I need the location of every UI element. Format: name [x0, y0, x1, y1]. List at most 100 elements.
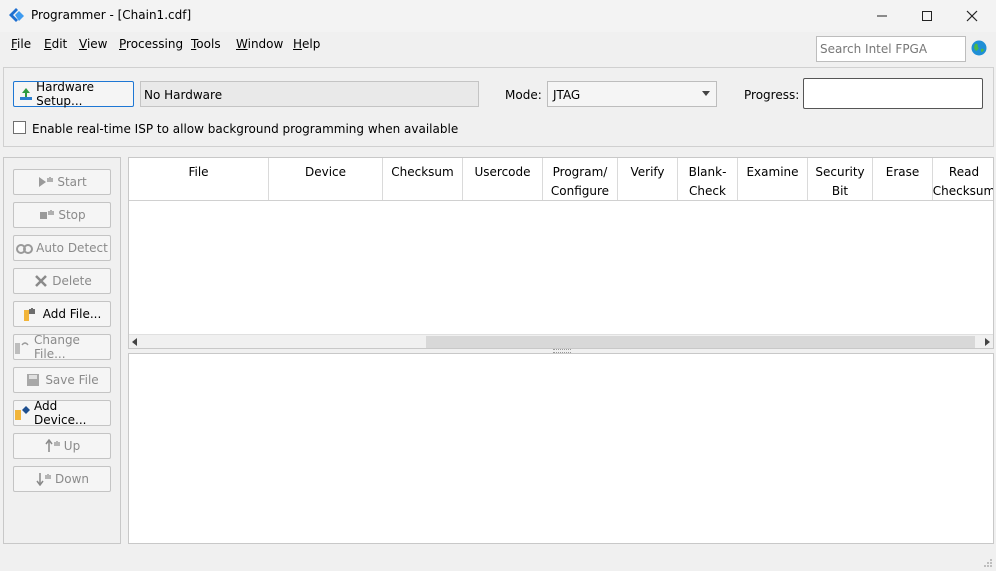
menu-view-mnemonic: V: [79, 37, 87, 51]
menu-processing[interactable]: Processing: [119, 37, 183, 51]
column-header-usercode[interactable]: Usercode: [463, 158, 543, 200]
device-chain-table: File Device Checksum Usercode Program/Co…: [128, 157, 994, 349]
down-icon: [35, 471, 53, 487]
scroll-right-icon[interactable]: [985, 338, 990, 346]
change-file-button[interactable]: Change File...: [13, 333, 111, 361]
stop-icon: [38, 207, 56, 223]
add-device-button[interactable]: Add Device...: [13, 399, 111, 427]
current-hardware-field: No Hardware: [140, 81, 479, 107]
scrollbar-thumb[interactable]: [426, 336, 975, 348]
menu-edit[interactable]: Edit: [44, 37, 67, 51]
menu-view[interactable]: View: [79, 37, 107, 51]
add-file-button[interactable]: Add File...: [13, 301, 111, 327]
resize-grip-icon[interactable]: [983, 558, 993, 568]
auto-detect-icon: [16, 240, 34, 256]
menu-file[interactable]: File: [11, 37, 31, 51]
progress-bar: [803, 78, 983, 109]
add-file-label: Add File...: [42, 307, 102, 321]
column-header-security-bit[interactable]: Security Bit: [808, 158, 873, 200]
menu-file-label: ile: [17, 37, 32, 51]
up-icon: [44, 438, 62, 454]
column-device-label: Device: [304, 165, 347, 179]
column-erase-label: Erase: [885, 165, 920, 179]
save-file-button[interactable]: Save File: [13, 367, 111, 393]
column-header-device[interactable]: Device: [269, 158, 383, 200]
auto-detect-label: Auto Detect: [36, 241, 108, 255]
menu-window-label: indow: [247, 37, 284, 51]
start-icon: [37, 174, 55, 190]
menu-view-label: iew: [86, 37, 108, 51]
status-bar: [0, 548, 996, 571]
globe-icon[interactable]: [971, 40, 987, 56]
column-blank-label: Blank-: [688, 165, 727, 179]
down-label: Down: [54, 472, 89, 486]
column-checksum-label: Checksum: [391, 165, 454, 179]
column-bit-label: Bit: [831, 184, 849, 198]
menu-window[interactable]: Window: [236, 37, 283, 51]
table-header: File Device Checksum Usercode Program/Co…: [129, 158, 994, 201]
window-title: Programmer - [Chain1.cdf]: [31, 8, 192, 22]
up-button[interactable]: Up: [13, 433, 111, 459]
column-usercode-label: Usercode: [474, 165, 531, 179]
column-security-label: Security: [815, 165, 865, 179]
change-file-label: Change File...: [34, 333, 80, 361]
horizontal-scrollbar[interactable]: [129, 334, 993, 348]
mode-select[interactable]: JTAG: [547, 81, 717, 107]
column-header-examine[interactable]: Examine: [738, 158, 808, 200]
close-icon: [966, 10, 978, 22]
menu-help-mnemonic: H: [293, 37, 303, 51]
column-header-checksum[interactable]: Checksum: [383, 158, 463, 200]
progress-label: Progress:: [744, 88, 800, 102]
column-header-erase[interactable]: Erase: [873, 158, 933, 200]
menu-tools-label: ools: [196, 37, 221, 51]
programmer-app-icon: [9, 8, 24, 22]
column-header-program-configure[interactable]: Program/Configure: [543, 158, 618, 200]
column-program-label: Program/: [552, 165, 608, 179]
chevron-down-icon: [702, 91, 710, 96]
column-check-label: Check: [689, 184, 726, 198]
hardware-setup-button[interactable]: Hardware Setup...: [13, 80, 134, 108]
delete-icon: [32, 273, 50, 289]
scroll-left-icon[interactable]: [132, 338, 137, 346]
change-file-icon: [14, 339, 32, 355]
add-device-icon: [14, 405, 32, 421]
save-file-icon: [25, 372, 43, 388]
maximize-button[interactable]: [904, 0, 950, 32]
column-read-checksum-label: Checksum: [932, 184, 994, 198]
menu-help[interactable]: Help: [293, 37, 320, 51]
menu-edit-mnemonic: E: [44, 37, 52, 51]
column-header-file[interactable]: File: [129, 158, 269, 200]
close-button[interactable]: [949, 0, 995, 32]
hardware-setup-icon: [18, 86, 34, 102]
start-button[interactable]: Start: [13, 169, 111, 195]
down-button[interactable]: Down: [13, 466, 111, 492]
mode-value: JTAG: [553, 88, 581, 102]
menu-help-label: elp: [302, 37, 321, 51]
isp-label: Enable real-time ISP to allow background…: [32, 122, 459, 136]
stop-button[interactable]: Stop: [13, 202, 111, 228]
search-input[interactable]: Search Intel FPGA: [816, 36, 966, 62]
stop-label: Stop: [58, 208, 86, 222]
minimize-button[interactable]: [859, 0, 905, 32]
menu-edit-label: dit: [51, 37, 68, 51]
delete-label: Delete: [52, 274, 92, 288]
title-bar: Programmer - [Chain1.cdf]: [0, 0, 996, 32]
column-verify-label: Verify: [630, 165, 665, 179]
auto-detect-button[interactable]: Auto Detect: [13, 235, 111, 261]
column-read-label: Read: [948, 165, 980, 179]
column-header-read-checksum[interactable]: Read Checksum: [932, 158, 994, 200]
delete-button[interactable]: Delete: [13, 268, 111, 294]
menu-processing-mnemonic: P: [119, 37, 127, 51]
mode-label: Mode:: [505, 88, 542, 102]
column-file-label: File: [188, 165, 209, 179]
maximize-icon: [922, 11, 932, 21]
chain-diagram-area[interactable]: [128, 353, 994, 544]
menu-tools[interactable]: Tools: [191, 37, 221, 51]
add-device-label: Add Device...: [34, 399, 87, 427]
column-header-blank-check[interactable]: Blank- Check: [678, 158, 738, 200]
start-label: Start: [57, 175, 87, 189]
hardware-setup-label: Hardware Setup...: [36, 80, 95, 108]
isp-checkbox[interactable]: [13, 121, 26, 134]
column-header-verify[interactable]: Verify: [618, 158, 678, 200]
minimize-icon: [877, 15, 887, 17]
